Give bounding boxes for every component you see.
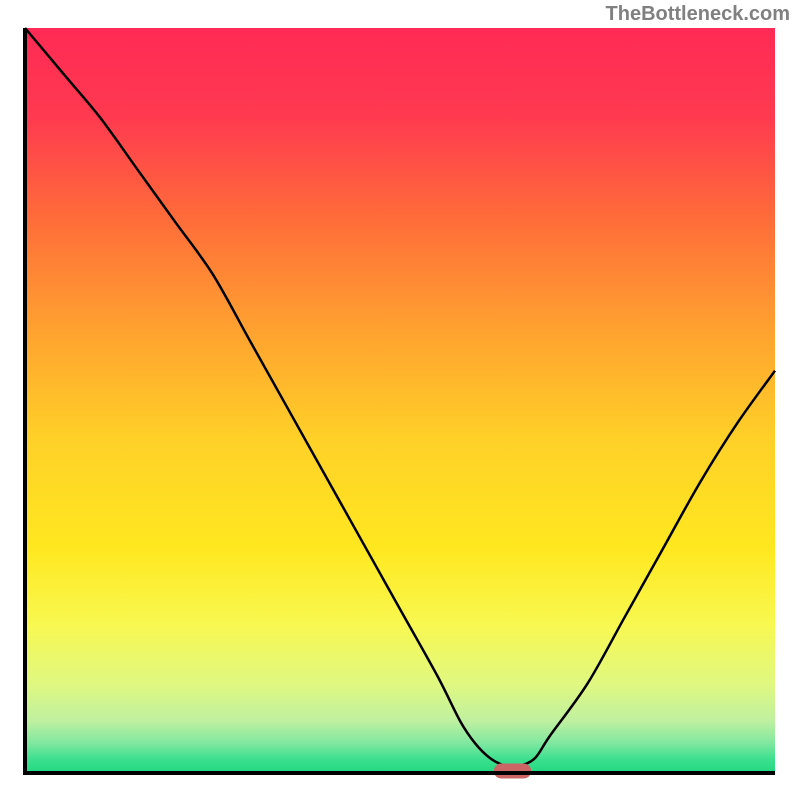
watermark-text: TheBottleneck.com xyxy=(606,3,790,26)
chart-container: TheBottleneck.com xyxy=(0,0,800,800)
gradient-background xyxy=(25,28,775,773)
bottleneck-chart xyxy=(0,0,800,800)
